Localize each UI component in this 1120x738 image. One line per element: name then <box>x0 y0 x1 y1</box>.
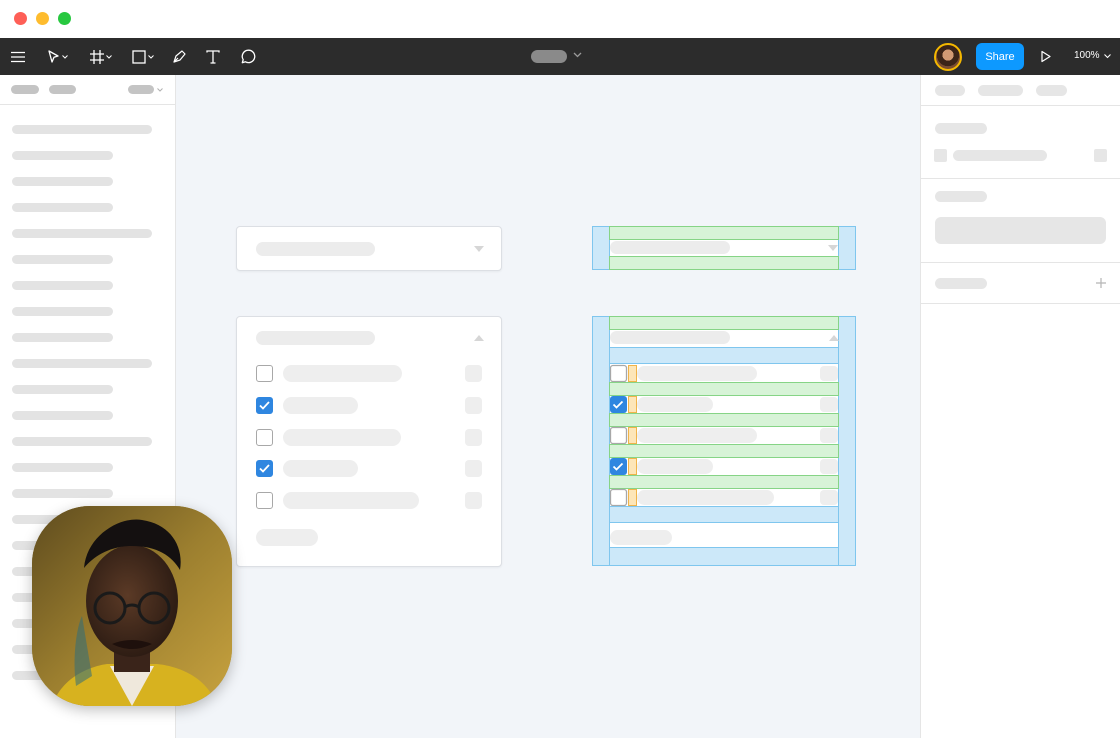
title-bar <box>0 0 1120 38</box>
properties-tabs <box>921 75 1120 106</box>
properties-section <box>921 106 1120 179</box>
file-name-pill[interactable] <box>531 50 567 63</box>
layer-item[interactable] <box>12 151 113 160</box>
checkbox[interactable] <box>256 365 273 382</box>
option-label <box>283 460 358 477</box>
plus-icon[interactable] <box>1096 278 1106 288</box>
chevron-down-icon[interactable] <box>157 88 163 92</box>
dropdown-value <box>256 242 375 256</box>
maximize-window-button[interactable] <box>58 12 71 25</box>
section-title <box>935 191 987 202</box>
menu-icon[interactable] <box>6 38 30 75</box>
section-title <box>935 278 987 289</box>
chevron-down-icon[interactable] <box>573 52 582 58</box>
comment-tool-button[interactable] <box>236 38 260 75</box>
layer-item[interactable] <box>12 307 113 316</box>
video-call-thumbnail[interactable] <box>32 506 232 706</box>
option-badge <box>465 429 482 446</box>
caret-down-icon <box>474 246 484 252</box>
check-icon <box>259 464 270 473</box>
layer-item[interactable] <box>12 229 152 238</box>
app-window: Share 100% <box>0 0 1120 738</box>
option-badge <box>465 365 482 382</box>
tab-prototype[interactable] <box>978 85 1023 96</box>
comment-icon <box>241 49 255 64</box>
page-selector[interactable] <box>128 85 154 94</box>
pages-tab[interactable] <box>11 85 39 94</box>
section-title <box>935 123 987 134</box>
zoom-level[interactable]: 100% <box>1074 50 1100 61</box>
layer-item[interactable] <box>12 177 113 186</box>
layer-item[interactable] <box>12 489 113 498</box>
list-footer-action[interactable] <box>256 529 318 546</box>
option-label <box>283 429 401 446</box>
dropdown-expanded <box>236 316 502 567</box>
dropdown-collapsed[interactable] <box>236 226 502 271</box>
participant-video <box>32 506 232 706</box>
property-swatch[interactable] <box>934 149 947 162</box>
chevron-down-icon <box>62 54 68 59</box>
layer-item[interactable] <box>12 281 113 290</box>
layer-item[interactable] <box>12 463 113 472</box>
properties-panel <box>920 75 1120 738</box>
layer-item[interactable] <box>12 203 113 212</box>
checkbox[interactable] <box>256 492 273 509</box>
avatar[interactable] <box>934 43 962 71</box>
checkbox[interactable] <box>256 429 273 446</box>
auto-layout-overlay-expanded[interactable] <box>592 316 858 567</box>
chevron-down-icon <box>106 54 112 59</box>
option-badge <box>465 460 482 477</box>
minimize-window-button[interactable] <box>36 12 49 25</box>
chevron-down-icon[interactable] <box>1104 54 1111 59</box>
text-tool-button[interactable] <box>202 38 224 75</box>
option-label <box>283 492 419 509</box>
design-canvas[interactable] <box>176 75 920 738</box>
frame-icon <box>90 49 104 64</box>
option-badge <box>465 492 482 509</box>
properties-section <box>921 179 1120 263</box>
move-icon <box>48 49 59 63</box>
option-badge <box>465 397 482 414</box>
layer-item[interactable] <box>12 385 113 394</box>
tab-design[interactable] <box>935 85 965 96</box>
properties-section <box>921 263 1120 304</box>
close-window-button[interactable] <box>14 12 27 25</box>
property-toggle[interactable] <box>1094 149 1107 162</box>
share-button[interactable]: Share <box>976 43 1024 70</box>
pen-tool-button[interactable] <box>168 38 190 75</box>
layer-item[interactable] <box>12 125 152 134</box>
play-icon[interactable] <box>1040 50 1052 63</box>
caret-up-icon[interactable] <box>474 335 484 341</box>
layers-panel-header <box>0 75 175 105</box>
pen-icon <box>173 49 186 63</box>
tab-inspect[interactable] <box>1036 85 1067 96</box>
layer-item[interactable] <box>12 437 152 446</box>
assets-tab[interactable] <box>49 85 76 94</box>
move-tool-button[interactable] <box>44 38 72 75</box>
text-icon <box>206 49 220 64</box>
property-value[interactable] <box>953 150 1047 161</box>
check-icon <box>259 401 270 410</box>
layer-item[interactable] <box>12 255 113 264</box>
dropdown-value <box>256 331 375 345</box>
checkbox-checked[interactable] <box>256 397 273 414</box>
frame-tool-button[interactable] <box>86 38 116 75</box>
checkbox-checked[interactable] <box>256 460 273 477</box>
shape-tool-button[interactable] <box>128 38 158 75</box>
chevron-down-icon <box>148 54 154 59</box>
shape-icon <box>132 49 146 64</box>
layer-item[interactable] <box>12 411 113 420</box>
auto-layout-overlay-collapsed[interactable] <box>592 226 858 271</box>
layer-item[interactable] <box>12 333 113 342</box>
option-label <box>283 397 358 414</box>
layer-item[interactable] <box>12 359 152 368</box>
property-field[interactable] <box>935 217 1106 244</box>
option-label <box>283 365 402 382</box>
